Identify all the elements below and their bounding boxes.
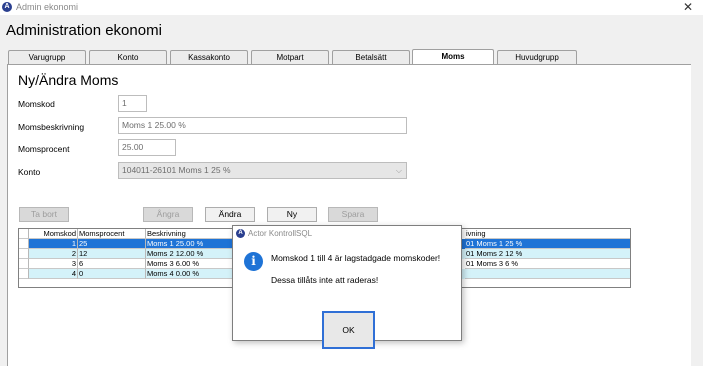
cell-konto bbox=[465, 269, 630, 279]
close-icon[interactable]: ✕ bbox=[683, 0, 693, 14]
info-icon: i bbox=[244, 252, 263, 271]
row-header-corner bbox=[19, 229, 29, 239]
cell-momskod: 1 bbox=[29, 239, 78, 249]
tab-konto[interactable]: Konto bbox=[89, 50, 167, 65]
momsprocent-field[interactable]: 25.00 bbox=[118, 139, 176, 156]
cell-momsprocent: 0 bbox=[78, 269, 146, 279]
ta-bort-button[interactable]: Ta bort bbox=[19, 207, 69, 222]
konto-label: Konto bbox=[18, 167, 41, 177]
tab-huvudgrupp[interactable]: Huvudgrupp bbox=[497, 50, 577, 65]
cell-momskod: 2 bbox=[29, 249, 78, 259]
dialog-title: Actor KontrollSQL bbox=[248, 229, 313, 238]
momsbeskrivning-field[interactable]: Moms 1 25.00 % bbox=[118, 117, 407, 134]
col-momsprocent[interactable]: Momsprocent bbox=[78, 229, 146, 239]
window-scrollbar[interactable] bbox=[691, 15, 703, 366]
cell-momskod: 3 bbox=[29, 259, 78, 269]
row-selector[interactable] bbox=[19, 249, 29, 259]
dialog-message-2: Dessa tillåts inte att raderas! bbox=[271, 275, 379, 285]
chevron-down-icon: ⌵ bbox=[395, 166, 402, 175]
cell-beskrivning: Moms 2 12.00 % bbox=[146, 249, 236, 259]
page-title: Administration ekonomi bbox=[6, 22, 162, 39]
momskod-field[interactable]: 1 bbox=[118, 95, 147, 112]
dialog-app-icon: A bbox=[236, 229, 245, 238]
window-title: Admin ekonomi bbox=[16, 2, 79, 12]
col-beskrivning[interactable]: Beskrivning bbox=[146, 229, 236, 239]
cell-konto: 01 Moms 1 25 % bbox=[465, 239, 630, 249]
momskod-label: Momskod bbox=[18, 99, 55, 109]
dialog-titlebar: A Actor KontrollSQL bbox=[233, 226, 461, 241]
dialog-body: i Momskod 1 till 4 är lagstadgade momsko… bbox=[233, 241, 461, 349]
row-selector[interactable] bbox=[19, 239, 29, 249]
app-logo-icon: A bbox=[2, 2, 12, 12]
cell-beskrivning: Moms 4 0.00 % bbox=[146, 269, 236, 279]
ny-button[interactable]: Ny bbox=[267, 207, 317, 222]
momsbeskrivning-label: Momsbeskrivning bbox=[18, 122, 85, 132]
tab-motpart[interactable]: Motpart bbox=[251, 50, 329, 65]
row-selector[interactable] bbox=[19, 269, 29, 279]
window-titlebar: A Admin ekonomi ✕ bbox=[0, 0, 703, 15]
cell-beskrivning: Moms 3 6.00 % bbox=[146, 259, 236, 269]
dialog-message-1: Momskod 1 till 4 är lagstadgade momskode… bbox=[271, 253, 441, 263]
col-momskod[interactable]: Momskod bbox=[29, 229, 78, 239]
col-konto[interactable]: ivning bbox=[465, 229, 630, 239]
tab-varugrupp[interactable]: Varugrupp bbox=[8, 50, 86, 65]
ok-button[interactable]: OK bbox=[322, 311, 375, 349]
message-dialog: A Actor KontrollSQL i Momskod 1 till 4 ä… bbox=[232, 225, 462, 349]
tab-betalsatt[interactable]: Betalsätt bbox=[332, 50, 410, 65]
konto-select: 104011-26101 Moms 1 25 % ⌵ bbox=[118, 162, 407, 179]
konto-select-value: 104011-26101 Moms 1 25 % bbox=[122, 165, 231, 175]
cell-konto: 01 Moms 3 6 % bbox=[465, 259, 630, 269]
cell-konto: 01 Moms 2 12 % bbox=[465, 249, 630, 259]
angra-button[interactable]: Ångra bbox=[143, 207, 193, 222]
cell-momsprocent: 25 bbox=[78, 239, 146, 249]
form-title: Ny/Ändra Moms bbox=[18, 72, 119, 88]
tab-kassakonto[interactable]: Kassakonto bbox=[170, 50, 248, 65]
spara-button[interactable]: Spara bbox=[328, 207, 378, 222]
cell-momsprocent: 12 bbox=[78, 249, 146, 259]
cell-beskrivning: Moms 1 25.00 % bbox=[146, 239, 236, 249]
cell-momsprocent: 6 bbox=[78, 259, 146, 269]
row-selector[interactable] bbox=[19, 259, 29, 269]
momsprocent-label: Momsprocent bbox=[18, 144, 70, 154]
andra-button[interactable]: Ändra bbox=[205, 207, 255, 222]
cell-momskod: 4 bbox=[29, 269, 78, 279]
